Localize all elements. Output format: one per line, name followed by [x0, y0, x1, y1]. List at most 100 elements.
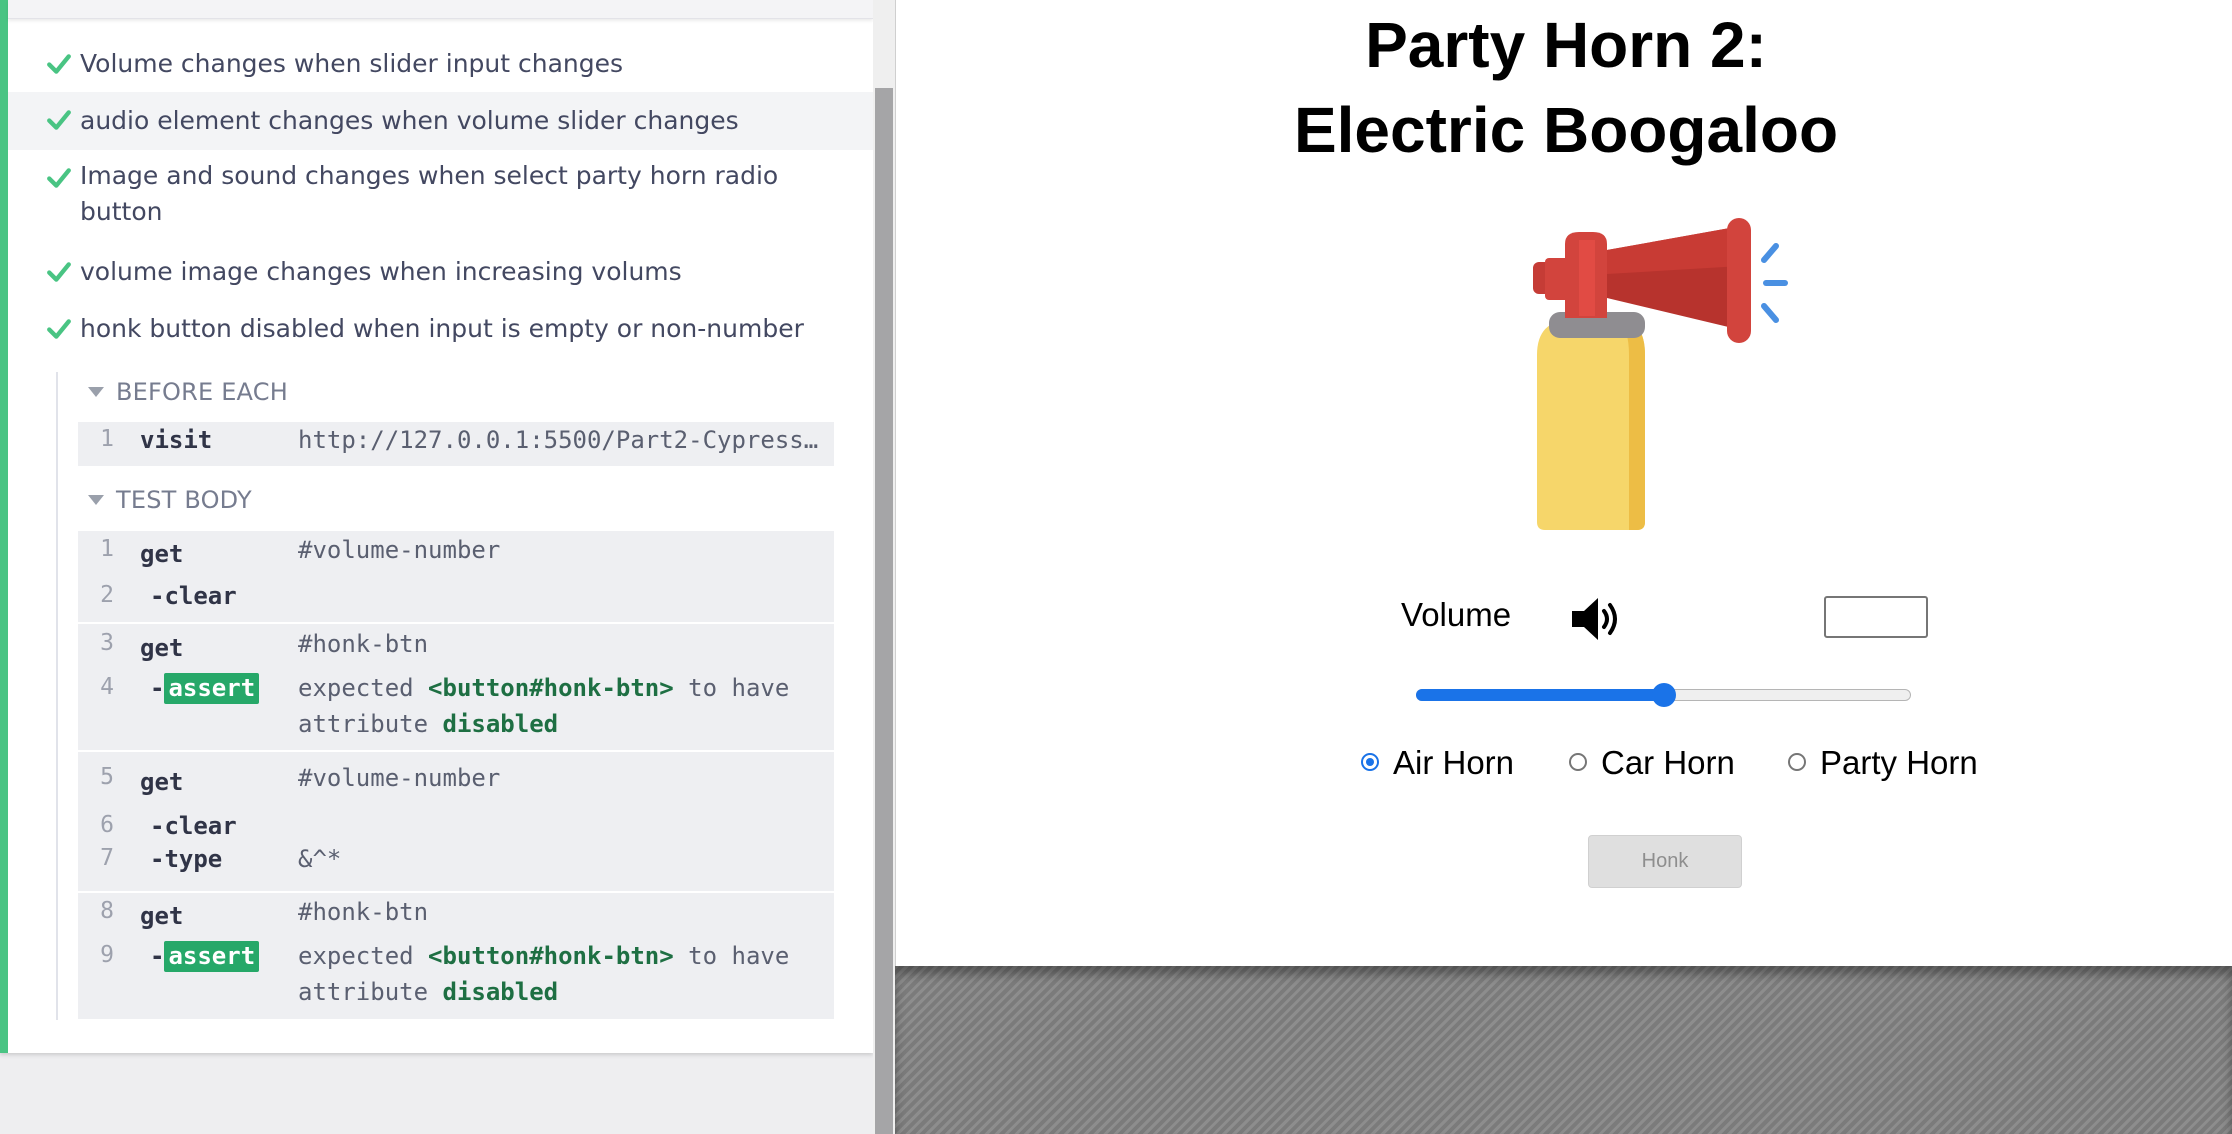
assert-message-line2: attribute disabled	[298, 710, 558, 738]
assert-value: disabled	[442, 710, 559, 738]
passed-indicator-bar	[0, 0, 8, 1053]
command-prefix: -	[150, 674, 165, 702]
page-title-line1: Party Horn 2:	[1365, 9, 1767, 81]
scrollbar-thumb[interactable]	[875, 88, 893, 1134]
test-title: Volume changes when slider input changes	[80, 49, 624, 78]
command-message: #honk-btn	[298, 898, 429, 926]
command-name: get	[140, 634, 184, 662]
command-message: #volume-number	[298, 764, 501, 792]
assert-text: attribute	[298, 710, 429, 738]
command-name: -type	[150, 845, 223, 873]
command-name: get	[140, 902, 184, 930]
slider-thumb[interactable]	[1651, 683, 1676, 707]
volume-slider[interactable]	[1416, 678, 1911, 712]
command-row-assert[interactable]: 4 - assert expected <button#honk-btn> to …	[78, 673, 834, 746]
section-label: BEFORE EACH	[116, 378, 288, 406]
test-row[interactable]: honk button disabled when input is empty…	[8, 311, 873, 347]
assert-text: expected	[298, 942, 414, 970]
command-row[interactable]: 1 get #volume-number	[78, 536, 834, 572]
check-icon	[47, 110, 71, 130]
radio-label: Party Horn	[1820, 744, 1978, 781]
command-row[interactable]: 2 -clear	[78, 582, 834, 618]
before-each-header[interactable]: BEFORE EACH	[88, 378, 288, 406]
test-row[interactable]: Volume changes when slider input changes	[8, 44, 873, 84]
viewport-background	[895, 966, 2232, 1134]
command-number: 4	[100, 674, 114, 700]
air-horn-icon	[1533, 218, 1788, 530]
assert-badge: assert	[164, 673, 260, 704]
test-title: Image and sound changes when select part…	[80, 161, 779, 226]
command-row[interactable]: 7 -type &^*	[78, 845, 834, 881]
command-number: 1	[100, 536, 114, 562]
command-message: &^*	[298, 845, 342, 873]
command-message: #honk-btn	[298, 630, 429, 658]
honk-button[interactable]: Honk	[1588, 835, 1742, 888]
reporter-scrollbar[interactable]	[873, 0, 895, 1134]
test-body-header[interactable]: TEST BODY	[88, 486, 252, 514]
command-row[interactable]: 6 -clear	[78, 812, 834, 848]
check-icon	[47, 168, 71, 188]
collapse-triangle-icon	[88, 495, 104, 505]
command-name: get	[140, 540, 184, 568]
assert-text: attribute	[298, 978, 429, 1006]
check-icon	[47, 54, 71, 74]
page-title-line2: Electric Boogaloo	[1293, 94, 1839, 166]
command-number: 1	[100, 426, 114, 452]
assert-value: disabled	[442, 978, 559, 1006]
radio-button[interactable]	[1361, 753, 1379, 771]
command-row[interactable]: 1 visit http://127.0.0.1:5500/Part2-Cypr…	[78, 426, 834, 462]
section-label: TEST BODY	[116, 486, 252, 514]
test-row[interactable]: audio element changes when volume slider…	[8, 92, 873, 150]
command-message: http://127.0.0.1:5500/Part2-Cypress…	[298, 426, 819, 454]
command-number: 7	[100, 845, 114, 871]
test-row[interactable]: volume image changes when increasing vol…	[8, 254, 873, 290]
app-frame: Party Horn 2: Electric Boogaloo Volume A…	[895, 0, 2232, 966]
slider-fill	[1416, 689, 1664, 701]
command-row[interactable]: 5 get #volume-number	[78, 764, 834, 800]
test-row[interactable]: Image and sound changes when select part…	[8, 158, 873, 238]
command-name: -clear	[150, 582, 237, 610]
command-number: 5	[100, 764, 114, 790]
radio-label: Car Horn	[1601, 744, 1735, 781]
command-name: -clear	[150, 812, 237, 840]
volume-label: Volume	[1401, 596, 1512, 633]
command-row[interactable]: 8 get #honk-btn	[78, 898, 834, 934]
check-icon	[47, 319, 71, 339]
command-number: 8	[100, 898, 114, 924]
command-row-assert[interactable]: 9 - assert expected <button#honk-btn> to …	[78, 941, 834, 1014]
radio-button[interactable]	[1569, 753, 1587, 771]
check-icon	[47, 262, 71, 282]
volume-number-input[interactable]	[1824, 596, 1928, 638]
command-name: get	[140, 768, 184, 796]
nesting-guide-line	[56, 372, 58, 1020]
before-each-commands: 1 visit http://127.0.0.1:5500/Part2-Cypr…	[78, 422, 834, 466]
command-group-divider	[78, 750, 834, 752]
speaker-volume-icon	[1572, 598, 1617, 640]
test-title: honk button disabled when input is empty…	[80, 314, 804, 343]
radio-button[interactable]	[1788, 753, 1806, 771]
command-row[interactable]: 3 get #honk-btn	[78, 630, 834, 666]
command-name: visit	[140, 426, 213, 454]
test-body-commands: 1 get #volume-number 2 -clear 3 get #hon…	[78, 531, 834, 1019]
command-message: #volume-number	[298, 536, 501, 564]
cypress-reporter: Volume changes when slider input changes…	[0, 0, 873, 1134]
assert-message: expected <button#honk-btn> to have	[298, 942, 789, 970]
command-group-divider	[78, 622, 834, 624]
truncated-row-above	[8, 0, 873, 19]
assert-text: expected	[298, 674, 414, 702]
command-prefix: -	[150, 942, 165, 970]
assert-text: to have	[688, 942, 790, 970]
reporter-panel: Volume changes when slider input changes…	[0, 0, 873, 1053]
assert-badge: assert	[164, 941, 260, 972]
command-number: 6	[100, 812, 114, 838]
test-title: volume image changes when increasing vol…	[80, 257, 682, 286]
collapse-triangle-icon	[88, 387, 104, 397]
test-title: audio element changes when volume slider…	[80, 106, 739, 135]
command-number: 9	[100, 942, 114, 968]
assert-text: to have	[688, 674, 790, 702]
command-number: 3	[100, 630, 114, 656]
assert-subject: <button#honk-btn>	[428, 942, 674, 970]
command-group-divider	[78, 891, 834, 893]
assert-message-line2: attribute disabled	[298, 978, 558, 1006]
command-number: 2	[100, 582, 114, 608]
